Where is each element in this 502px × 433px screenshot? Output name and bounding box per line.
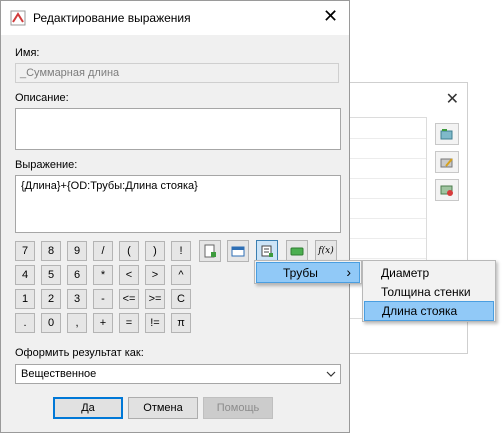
key-comma[interactable]: , — [67, 313, 87, 333]
expression-field[interactable]: {Длина}+{OD:Трубы:Длина стояка} — [15, 175, 341, 233]
insert-format-icon[interactable] — [227, 240, 249, 262]
chevron-down-icon — [326, 368, 336, 383]
key-6[interactable]: 6 — [67, 265, 87, 285]
bg-edit-icon[interactable] — [435, 151, 459, 173]
key-clear[interactable]: C — [171, 289, 191, 309]
key-divide[interactable]: / — [93, 241, 113, 261]
key-1[interactable]: 1 — [15, 289, 35, 309]
title-bar: Редактирование выражения ✕ — [1, 1, 349, 35]
key-power[interactable]: ^ — [171, 265, 191, 285]
help-button[interactable]: Помощь — [203, 397, 273, 419]
submenu-fields: Диаметр Толщина стенки Длина стояка — [362, 260, 496, 322]
key-greater-equal[interactable]: >= — [145, 289, 165, 309]
key-0[interactable]: 0 — [41, 313, 61, 333]
expression-label: Выражение: — [15, 159, 78, 171]
menu-item-diameter[interactable]: Диаметр — [363, 263, 495, 283]
key-2[interactable]: 2 — [41, 289, 61, 309]
menu-item-pipes[interactable]: Трубы › — [256, 262, 360, 283]
insert-property-icon[interactable] — [199, 240, 221, 262]
key-equal[interactable]: = — [119, 313, 139, 333]
function-icon[interactable]: f(x) — [315, 240, 337, 262]
keypad: 7 8 9 / ( ) ! 4 5 6 * < > ^ 1 2 3 - <= >… — [15, 241, 193, 333]
insert-field-icon[interactable] — [256, 240, 278, 262]
key-close-paren[interactable]: ) — [145, 241, 165, 261]
chevron-right-icon: › — [346, 264, 351, 280]
key-less-equal[interactable]: <= — [119, 289, 139, 309]
insert-variable-icon[interactable] — [286, 240, 308, 262]
name-label: Имя: — [15, 47, 40, 59]
background-close-icon[interactable]: ✕ — [446, 89, 459, 109]
cancel-button[interactable]: Отмена — [128, 397, 198, 419]
key-factorial[interactable]: ! — [171, 241, 191, 261]
format-select[interactable]: Вещественное — [15, 364, 341, 384]
submenu-category: Трубы › — [254, 260, 362, 284]
key-multiply[interactable]: * — [93, 265, 113, 285]
ok-button[interactable]: Да — [53, 397, 123, 419]
key-greater[interactable]: > — [145, 265, 165, 285]
key-4[interactable]: 4 — [15, 265, 35, 285]
name-field[interactable]: _Суммарная длина — [15, 63, 339, 83]
key-minus[interactable]: - — [93, 289, 113, 309]
key-not-equal[interactable]: != — [145, 313, 165, 333]
description-field[interactable] — [15, 108, 341, 150]
key-5[interactable]: 5 — [41, 265, 61, 285]
description-label: Описание: — [15, 92, 69, 104]
bg-delete-icon[interactable] — [435, 179, 459, 201]
key-plus[interactable]: + — [93, 313, 113, 333]
menu-item-wall-thickness[interactable]: Толщина стенки — [363, 282, 495, 302]
key-open-paren[interactable]: ( — [119, 241, 139, 261]
key-9[interactable]: 9 — [67, 241, 87, 261]
key-pi[interactable]: π — [171, 313, 191, 333]
key-8[interactable]: 8 — [41, 241, 61, 261]
app-icon — [10, 10, 26, 26]
key-dot[interactable]: . — [15, 313, 35, 333]
format-label: Оформить результат как: — [15, 347, 144, 359]
dialog-title: Редактирование выражения — [33, 11, 191, 25]
close-icon[interactable]: ✕ — [323, 7, 338, 25]
format-select-value: Вещественное — [21, 368, 97, 380]
expression-editor-dialog: Редактирование выражения ✕ Имя: _Суммарн… — [0, 0, 350, 433]
key-3[interactable]: 3 — [67, 289, 87, 309]
key-less[interactable]: < — [119, 265, 139, 285]
bg-add-icon[interactable] — [435, 123, 459, 145]
menu-item-pipes-label: Трубы — [283, 266, 318, 280]
key-7[interactable]: 7 — [15, 241, 35, 261]
menu-item-riser-length[interactable]: Длина стояка — [364, 301, 494, 321]
